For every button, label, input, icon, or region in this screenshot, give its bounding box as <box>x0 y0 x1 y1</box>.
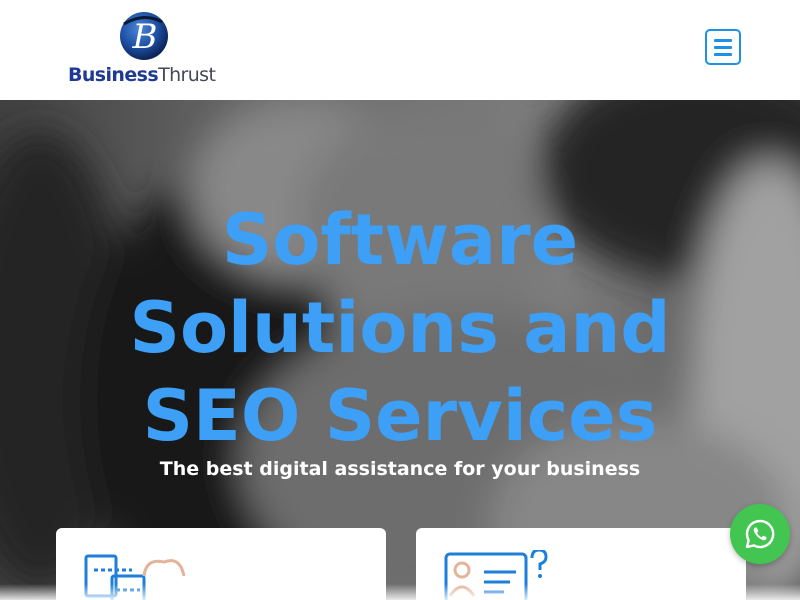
logo-text-business: Business <box>68 64 159 86</box>
hero-title: Software Solutions and SEO Services <box>0 196 800 460</box>
hamburger-menu-icon-bar <box>714 39 732 42</box>
site-header: B BusinessThrust <box>0 0 800 100</box>
whatsapp-icon <box>745 519 775 549</box>
whatsapp-chat-button[interactable] <box>730 504 790 564</box>
hamburger-menu-icon-bar <box>714 53 732 56</box>
logo-wordmark: BusinessThrust <box>68 64 216 86</box>
bottom-fade-overlay <box>0 584 800 600</box>
hero-title-line: SEO Services <box>142 375 658 457</box>
hero-title-line: Software <box>221 199 579 281</box>
business-thrust-logo[interactable]: B BusinessThrust <box>68 8 228 92</box>
hamburger-menu-button[interactable] <box>705 29 741 65</box>
hero-section: Software Solutions and SEO Services The … <box>0 100 800 600</box>
logo-text-thrust: Thrust <box>158 64 216 86</box>
hero-subtitle: The best digital assistance for your bus… <box>159 458 641 480</box>
logo-mark-icon: B <box>120 12 168 60</box>
hero-title-line: Solutions and <box>129 287 671 369</box>
hamburger-menu-icon-bar <box>714 46 732 49</box>
logo-mark-letter: B <box>132 17 158 57</box>
